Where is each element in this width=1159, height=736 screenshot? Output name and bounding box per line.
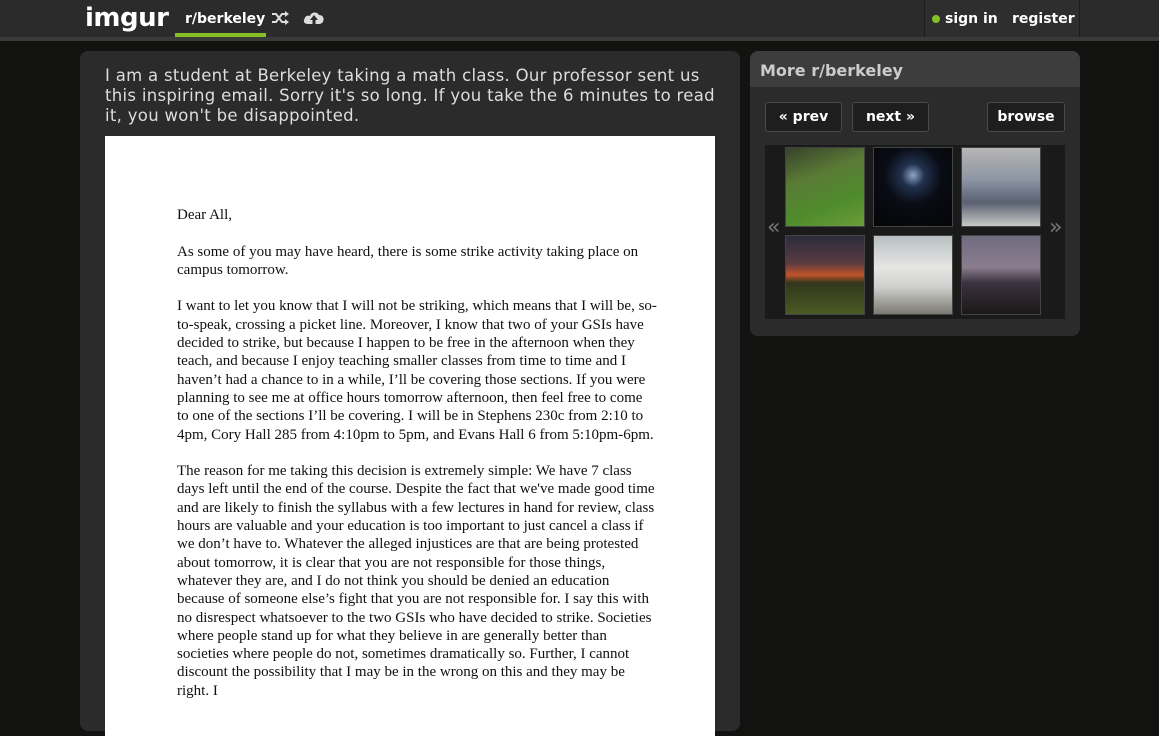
top-bar: imgur r/berkeley sign in register (0, 0, 1159, 41)
side-panel-title: More r/berkeley (760, 61, 903, 80)
subreddit-tab-label: r/berkeley (185, 11, 266, 27)
thumbnail-grid: « » (765, 145, 1065, 319)
scroll-left-icon[interactable]: « (767, 215, 780, 240)
sign-in-link[interactable]: sign in (945, 11, 998, 27)
thumbnail[interactable] (961, 235, 1041, 315)
post-image[interactable]: Dear All, As some of you may have heard,… (105, 136, 715, 736)
post-title: I am a student at Berkeley taking a math… (105, 66, 715, 125)
upload-icon[interactable] (303, 9, 325, 29)
browse-button[interactable]: browse (987, 102, 1065, 132)
more-subreddit-panel: More r/berkeley « prev next » browse « » (750, 51, 1080, 336)
post-panel: I am a student at Berkeley taking a math… (80, 51, 740, 736)
thumbnail[interactable] (785, 147, 865, 227)
imgur-logo[interactable]: imgur (85, 3, 169, 33)
thumbnail[interactable] (961, 147, 1041, 227)
thumbnail[interactable] (873, 147, 953, 227)
subreddit-tab[interactable]: r/berkeley (175, 0, 266, 37)
scroll-right-icon[interactable]: » (1049, 215, 1062, 240)
next-button[interactable]: next » (852, 102, 929, 132)
side-panel-header: More r/berkeley (750, 51, 1080, 87)
auth-area: sign in register (924, 0, 1080, 37)
thumbnail[interactable] (785, 235, 865, 315)
register-link[interactable]: register (1012, 11, 1075, 27)
shuffle-icon[interactable] (271, 11, 289, 25)
status-dot-icon (932, 15, 940, 23)
letter-paragraph: Dear All, (177, 207, 232, 223)
letter-text: Dear All, As some of you may have heard,… (177, 206, 657, 718)
prev-button[interactable]: « prev (765, 102, 842, 132)
letter-paragraph: I want to let you know that I will not b… (177, 298, 657, 443)
letter-paragraph: As some of you may have heard, there is … (177, 243, 639, 278)
letter-paragraph: The reason for me taking this decision i… (177, 463, 655, 699)
thumbnail[interactable] (873, 235, 953, 315)
